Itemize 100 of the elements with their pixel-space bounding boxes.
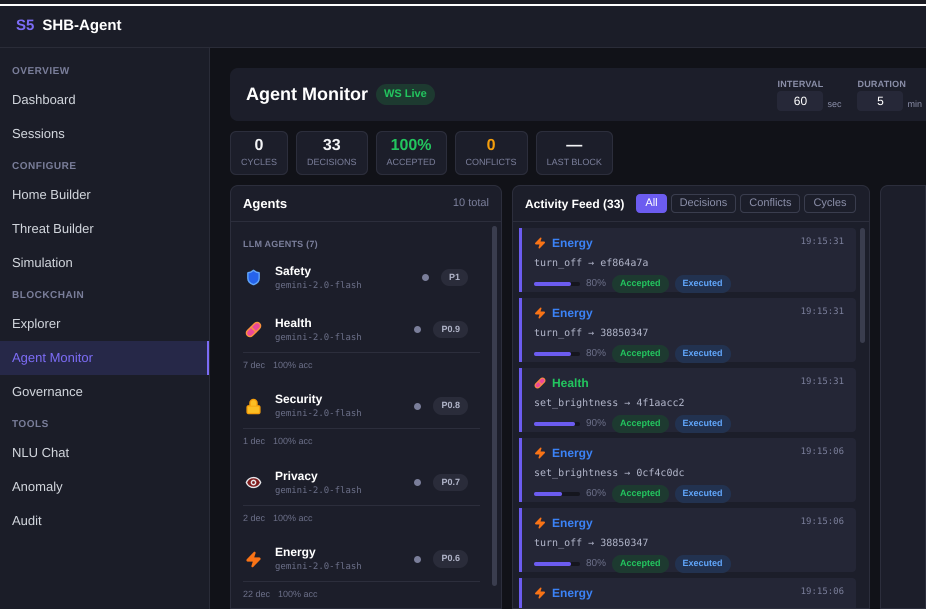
confidence-reading: 60% <box>586 487 606 502</box>
stat-label: DECISIONS <box>307 156 357 170</box>
status-tag: Executed <box>674 275 731 292</box>
confidence-reading: 80% <box>586 557 606 572</box>
decision-count: 7 dec <box>243 358 266 372</box>
confidence-reading: 80% <box>586 277 606 292</box>
decision-count: 1 dec <box>243 435 266 448</box>
agent-model: gemini-2.0-flash <box>275 408 363 422</box>
confidence-reading: 80% <box>586 347 606 362</box>
nav-item[interactable]: Explorer <box>0 307 209 341</box>
filter-tab[interactable]: Cycles <box>804 194 856 213</box>
agent-name: Security <box>275 391 324 408</box>
section-heading: OVERVIEW <box>11 65 71 79</box>
lightning-icon <box>244 550 262 568</box>
agent-name: Energy <box>552 235 594 252</box>
stat-label: ACCEPTED <box>386 156 436 170</box>
number-field[interactable]: 60 <box>777 91 824 112</box>
confidence-reading: 90% <box>586 417 606 432</box>
stat-label: CYCLES <box>241 156 278 170</box>
unit-label: min <box>907 98 922 111</box>
action-text: set_brightness → 0cf4c0dc <box>534 467 686 481</box>
lightning-icon <box>534 307 546 319</box>
agent-name: Energy <box>552 305 594 322</box>
pill-icon <box>244 321 262 338</box>
nav-item[interactable]: Threat Builder <box>0 212 209 246</box>
filter-tab[interactable]: All <box>636 194 667 213</box>
app-title: SHB-Agent <box>42 16 122 36</box>
priority-badge: P0.7 <box>433 474 468 492</box>
number-field[interactable]: 5 <box>857 91 904 112</box>
timestamp: 19:15:31 <box>800 306 844 320</box>
timestamp: 19:15:06 <box>800 516 844 530</box>
accuracy-text: 100% acc <box>278 588 318 601</box>
agent-name: Health <box>552 375 590 392</box>
agent-name: Energy <box>275 544 317 562</box>
agent-name: Safety <box>275 262 312 280</box>
nav-item[interactable]: Sessions <box>0 117 209 151</box>
nav-item[interactable]: Dashboard <box>0 83 209 117</box>
nav-item[interactable]: NLU Chat <box>0 436 209 470</box>
accuracy-text: 100% acc <box>273 512 313 524</box>
status-tag: Accepted <box>612 415 669 432</box>
section-heading: CONFIGURE <box>11 160 78 174</box>
lightning-icon <box>534 517 546 529</box>
field-label: DURATION <box>857 78 908 91</box>
stat-value: 0 <box>486 136 496 156</box>
nav-item[interactable]: Anomaly <box>0 470 209 504</box>
priority-badge: P0.9 <box>433 320 468 338</box>
agent-name: Privacy <box>275 468 319 485</box>
filter-tab[interactable]: Decisions <box>670 194 736 213</box>
stat-value: — <box>566 136 582 156</box>
lightning-icon <box>534 587 546 599</box>
agent-count: 10 total <box>452 196 489 212</box>
lock-icon <box>244 398 262 414</box>
timestamp: 19:15:31 <box>800 376 844 390</box>
page-title: Agent Monitor <box>246 83 368 106</box>
timestamp: 19:15:06 <box>800 446 844 460</box>
nav-item[interactable]: Agent Monitor <box>0 341 209 375</box>
section-heading: BLOCKCHAIN <box>11 289 86 303</box>
unit-label: sec <box>827 98 842 111</box>
agent-model: gemini-2.0-flash <box>275 561 363 574</box>
agent-model: gemini-2.0-flash <box>275 280 363 293</box>
nav-item[interactable]: Simulation <box>0 246 209 280</box>
status-tag: Accepted <box>612 345 669 362</box>
app-logo: S5 <box>16 16 34 36</box>
nav-item[interactable]: Governance <box>0 375 209 409</box>
status-tag: Accepted <box>612 555 669 572</box>
agent-model: gemini-2.0-flash <box>275 332 363 345</box>
filter-tab[interactable]: Conflicts <box>740 194 800 213</box>
stat-value: 0 <box>254 136 264 156</box>
panel-title: Agents <box>243 194 288 213</box>
nav-item[interactable]: Audit <box>0 504 209 538</box>
accuracy-text: 100% acc <box>273 435 313 448</box>
decision-count: 2 dec <box>243 512 266 524</box>
nav-item[interactable]: Home Builder <box>0 178 209 212</box>
action-text: turn_off → ef864a7a <box>534 257 650 271</box>
action-text: turn_off → 38850347 <box>534 327 650 341</box>
priority-badge: P0.8 <box>433 397 468 415</box>
decision-count: 22 dec <box>243 588 270 601</box>
status-tag: Executed <box>674 345 731 362</box>
section-heading: TOOLS <box>11 418 50 432</box>
timestamp: 19:15:06 <box>800 586 844 600</box>
stat-value: 33 <box>322 136 341 156</box>
stat-label: CONFLICTS <box>466 156 517 170</box>
group-heading: LLM AGENTS (7) <box>242 238 319 251</box>
status-tag: Accepted <box>612 275 669 292</box>
priority-badge: P0.6 <box>433 550 468 568</box>
status-tag: Executed <box>674 415 731 432</box>
agent-name: Energy <box>552 585 594 602</box>
lightning-icon <box>534 237 546 249</box>
action-text: set_brightness → 4f1aacc2 <box>534 397 686 411</box>
priority-badge: P1 <box>440 268 468 286</box>
pill-icon <box>534 377 546 389</box>
timestamp: 19:15:31 <box>800 236 844 250</box>
status-tag: Executed <box>674 485 731 502</box>
action-text: turn_off → 38850347 <box>534 537 650 551</box>
accuracy-text: 100% acc <box>273 358 313 372</box>
agent-name: Health <box>275 314 313 332</box>
field-label: INTERVAL <box>777 78 824 91</box>
agent-name: Energy <box>552 445 594 462</box>
stat-value: 100% <box>390 136 432 156</box>
agent-model: gemini-2.0-flash <box>275 484 363 498</box>
